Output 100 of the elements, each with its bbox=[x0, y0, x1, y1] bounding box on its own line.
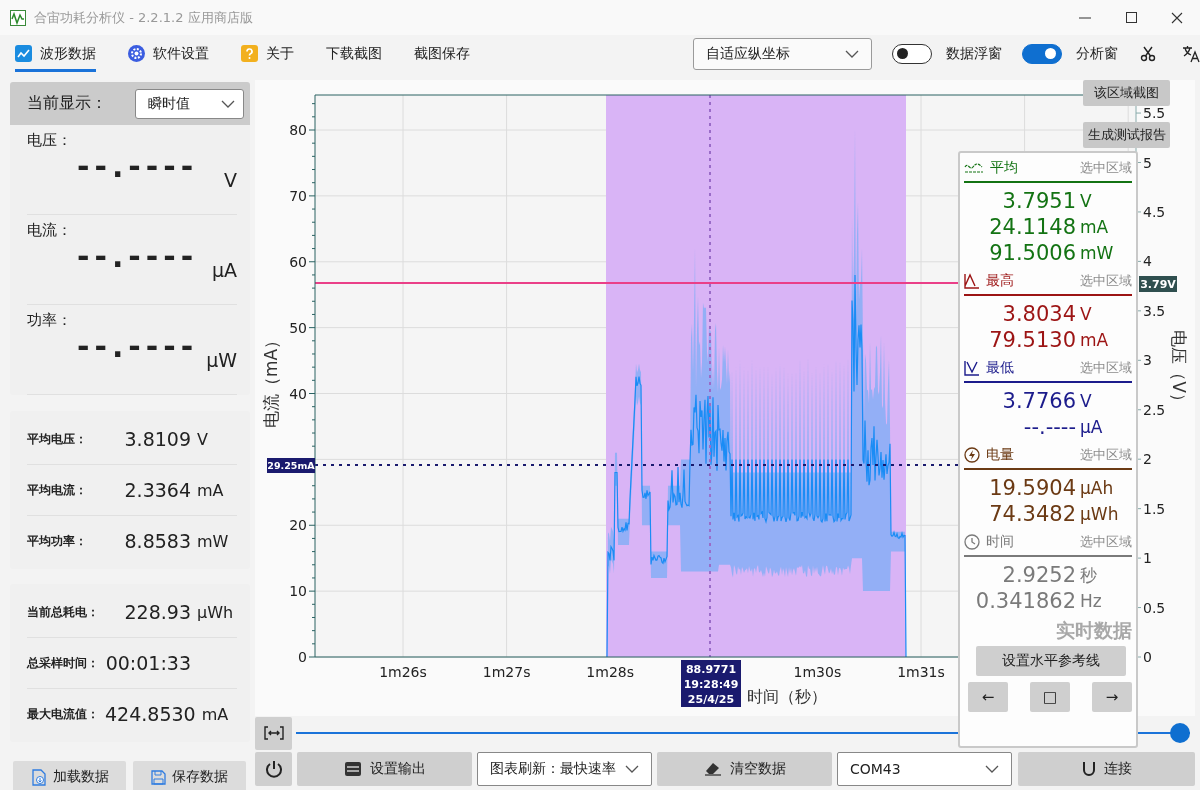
file-button[interactable]: 加载数据 bbox=[13, 761, 126, 790]
unit-label: mA bbox=[201, 704, 230, 724]
y2-axis-title: 电压（V） bbox=[1169, 330, 1189, 410]
tab[interactable]: 下载截图 bbox=[326, 35, 382, 72]
eraser-icon bbox=[703, 762, 722, 776]
chart-icon bbox=[15, 45, 32, 62]
stat-label: 平均电流： bbox=[27, 481, 88, 499]
slider-thumb[interactable] bbox=[1170, 723, 1190, 743]
y2-tick-label: 5 bbox=[1143, 154, 1152, 171]
unit-label: mW bbox=[1080, 242, 1115, 265]
maximize-icon[interactable] bbox=[1125, 12, 1137, 23]
stat-label: 平均电压： bbox=[27, 430, 88, 448]
voltage-value-tag: 3.79V bbox=[1139, 276, 1177, 292]
fit-button[interactable] bbox=[255, 716, 292, 750]
section-title: 最低 bbox=[986, 359, 1014, 377]
fit-width-icon bbox=[263, 726, 284, 740]
axis-mode-dropdown[interactable]: 自适应纵坐标 bbox=[693, 37, 872, 70]
file-download-icon bbox=[30, 768, 47, 786]
help-icon bbox=[241, 45, 258, 62]
toggle-label: 分析窗 bbox=[1076, 44, 1118, 63]
y-tick-label: 40 bbox=[289, 385, 307, 402]
x-tick-label: 1m26s bbox=[379, 664, 427, 680]
analysis-value: 74.3482 bbox=[988, 501, 1076, 527]
reading-value: --.---- bbox=[77, 239, 199, 274]
app-logo-icon bbox=[10, 9, 26, 26]
reading-label: 电流： bbox=[27, 221, 72, 240]
stat-value: 8.8583 bbox=[123, 530, 192, 552]
output-button[interactable]: 设置输出 bbox=[297, 752, 472, 786]
tab[interactable]: 波形数据 bbox=[15, 35, 96, 72]
report-button[interactable]: 生成测试报告 bbox=[1083, 122, 1170, 148]
power-button[interactable] bbox=[255, 752, 292, 786]
file-button[interactable]: 保存数据 bbox=[133, 761, 246, 790]
y2-tick-label: 0 bbox=[1143, 649, 1152, 665]
chevron-down-icon bbox=[845, 49, 859, 58]
panel-icon bbox=[343, 761, 362, 777]
refresh-rate-dropdown[interactable]: 图表刷新：最快速率 bbox=[477, 752, 652, 786]
y2-tick-label: 4.5 bbox=[1143, 203, 1166, 220]
y-tick-label: 70 bbox=[289, 187, 307, 204]
chevron-down-icon bbox=[985, 765, 999, 773]
y2-tick-label: 1 bbox=[1143, 550, 1152, 567]
x-tick-label: 1m27s bbox=[482, 664, 531, 680]
region-screenshot-button[interactable]: 该区域截图 bbox=[1083, 80, 1170, 106]
stat-value: 00:01:33 bbox=[105, 652, 192, 674]
stat-value: 424.8530 bbox=[105, 703, 197, 725]
analysis-value: 91.5006 bbox=[988, 240, 1076, 266]
unit-label: μA bbox=[211, 259, 237, 281]
nav-button[interactable]: □ bbox=[1030, 682, 1070, 712]
peak-icon bbox=[964, 273, 980, 289]
unit-label: μWh bbox=[197, 602, 235, 622]
translate-icon[interactable] bbox=[1182, 44, 1200, 63]
stat-label: 当前总耗电： bbox=[27, 603, 100, 621]
tab[interactable]: 截图保存 bbox=[414, 35, 470, 72]
x-tick-label: 1m28s bbox=[586, 664, 635, 680]
tab[interactable]: 软件设置 bbox=[128, 35, 209, 72]
minimize-icon[interactable] bbox=[1079, 16, 1091, 19]
y2-tick-label: 4 bbox=[1143, 253, 1152, 270]
unit-label: 秒 bbox=[1080, 564, 1098, 587]
connect-button[interactable]: 连接 bbox=[1018, 752, 1195, 786]
toggle-switch[interactable] bbox=[892, 43, 932, 64]
gear-icon bbox=[128, 45, 145, 62]
section-title: 平均 bbox=[990, 159, 1018, 177]
analysis-value: 0.341862 bbox=[974, 588, 1076, 614]
analysis-value: 3.7766 bbox=[1001, 388, 1076, 414]
analysis-value: --.---- bbox=[1022, 414, 1076, 440]
stat-label: 最大电流值： bbox=[27, 705, 100, 723]
stat-value: 3.8109 bbox=[123, 428, 192, 450]
display-mode-dropdown[interactable]: 瞬时值 bbox=[135, 88, 244, 119]
wave-icon bbox=[964, 162, 984, 174]
cursor-tag bbox=[681, 660, 741, 707]
power-icon bbox=[264, 760, 283, 778]
analysis-value: 19.5904 bbox=[988, 475, 1076, 501]
y2-tick-label: 3.5 bbox=[1143, 302, 1166, 319]
y2-tick-label: 0.5 bbox=[1143, 599, 1166, 616]
scissors-icon[interactable] bbox=[1140, 45, 1156, 62]
display-label: 当前显示： bbox=[27, 93, 107, 114]
clock-icon bbox=[964, 534, 980, 550]
port-dropdown[interactable]: COM43 bbox=[837, 752, 1012, 786]
unit-label: V bbox=[224, 169, 237, 191]
floppy-icon bbox=[151, 769, 166, 785]
tab[interactable]: 关于 bbox=[241, 35, 294, 72]
unit-label: V bbox=[1080, 190, 1093, 213]
analysis-value: 24.1148 bbox=[988, 214, 1076, 240]
nav-button[interactable]: ← bbox=[968, 682, 1008, 712]
reading-value: --.---- bbox=[77, 329, 199, 364]
clear-button[interactable]: 清空数据 bbox=[657, 752, 832, 786]
analysis-value: 79.5130 bbox=[988, 327, 1076, 353]
section-title: 电量 bbox=[986, 446, 1014, 464]
unit-label: Hz bbox=[1080, 590, 1103, 613]
toggle-switch[interactable] bbox=[1022, 43, 1062, 64]
lightning-icon bbox=[964, 447, 980, 463]
chevron-down-icon bbox=[625, 765, 639, 773]
scope-label: 选中区域 bbox=[1080, 359, 1132, 377]
unit-label: V bbox=[1080, 303, 1093, 326]
x-tick-label: 1m30s bbox=[793, 664, 842, 680]
nav-button[interactable]: → bbox=[1092, 682, 1132, 712]
unit-label: mA bbox=[1080, 329, 1110, 352]
close-icon[interactable] bbox=[1171, 11, 1183, 24]
reference-line-button[interactable]: 设置水平参考线 bbox=[976, 646, 1126, 676]
y2-tick-label: 2.5 bbox=[1143, 401, 1166, 418]
cursor-label: 25/4/25 bbox=[687, 693, 735, 706]
